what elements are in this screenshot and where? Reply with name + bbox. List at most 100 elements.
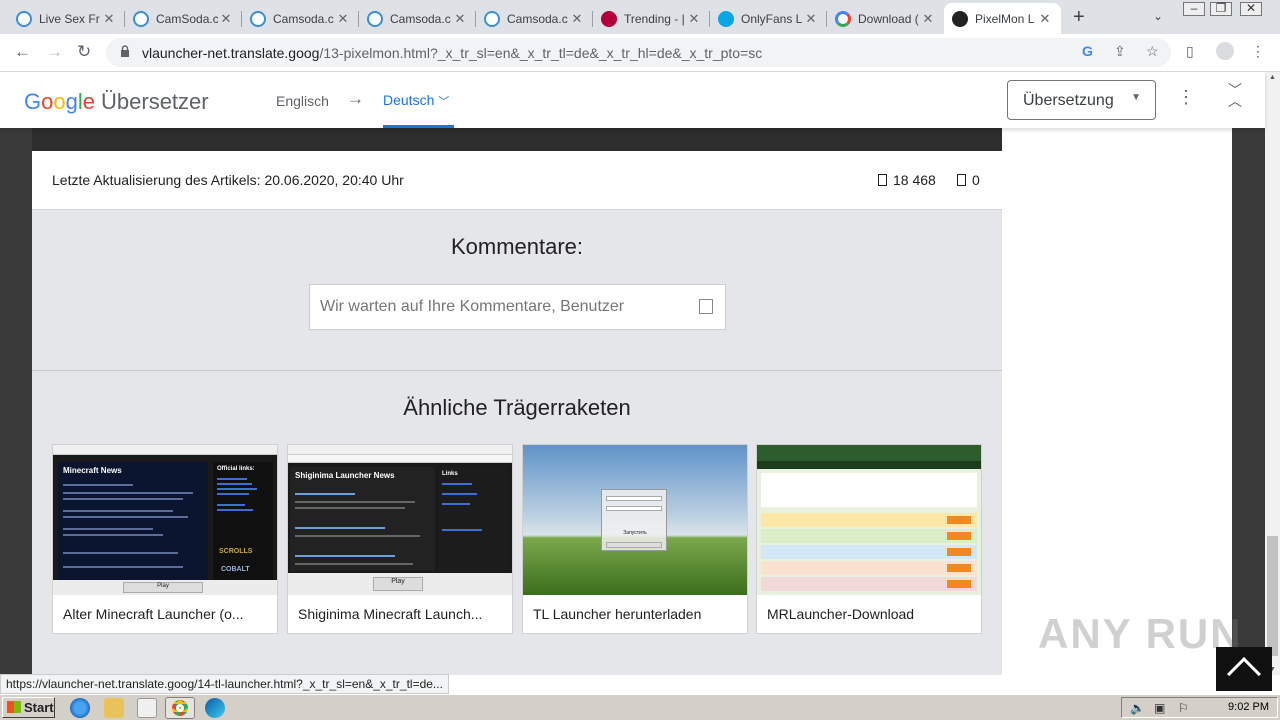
thumb-news-panel: Minecraft News — [58, 462, 208, 580]
tab-7[interactable]: OnlyFans L ✕ — [710, 3, 827, 34]
thumb-line — [63, 552, 178, 554]
tab-title: PixelMon L — [975, 11, 1035, 26]
more-options-icon[interactable]: ⋮ — [1177, 87, 1195, 108]
thumb-list-row — [761, 513, 977, 527]
close-window-icon[interactable]: ✕ — [1240, 2, 1262, 16]
close-tab-icon[interactable]: ✕ — [452, 11, 468, 27]
flag-icon[interactable]: ⚐ — [1178, 701, 1189, 715]
scroll-thumb[interactable] — [1267, 536, 1278, 656]
thumb-line — [63, 510, 173, 512]
navigation-bar: ← → ↻ vlauncher-net.translate.goog/13-pi… — [0, 34, 1280, 72]
volume-icon[interactable]: 🔈 — [1130, 701, 1145, 715]
thumb-line — [295, 501, 415, 503]
page-scrollbar[interactable]: ▲ ▼ — [1265, 72, 1280, 675]
tab-2[interactable]: CamSoda.c ✕ — [125, 3, 242, 34]
views-stat: 18 468 — [878, 172, 936, 188]
lock-icon — [121, 45, 129, 57]
clock: 9:02 PM — [1228, 701, 1269, 713]
mode-label: Übersetzung — [1023, 92, 1114, 109]
collapse-icon[interactable]: ﹀ ︿ — [1228, 83, 1242, 108]
close-tab-icon[interactable]: ✕ — [218, 11, 234, 27]
thumb-login-dialog: Запустить — [601, 489, 667, 551]
tab-6[interactable]: Trending - | ✕ — [593, 3, 710, 34]
section-divider — [32, 370, 1002, 371]
address-bar[interactable]: vlauncher-net.translate.goog/13-pixelmon… — [106, 38, 1171, 67]
emoji-icon[interactable] — [699, 299, 713, 314]
thumb-list-row — [761, 577, 977, 591]
scroll-to-top-button[interactable] — [1216, 647, 1272, 691]
chevron-up-icon — [1227, 657, 1261, 691]
right-sidebar — [1002, 128, 1232, 675]
sidebar-icon[interactable]: ▯ — [1186, 43, 1194, 60]
similar-card[interactable]: Запустить TL Launcher herunterladen — [522, 444, 748, 634]
thumb-download-button — [947, 516, 971, 524]
thumb-site-header — [757, 445, 981, 461]
thumb-link — [442, 483, 472, 485]
forward-icon[interactable]: → — [46, 42, 63, 62]
comments-heading: Kommentare: — [450, 234, 584, 259]
translation-mode-select[interactable]: Übersetzung ▼ — [1007, 80, 1156, 120]
edge-icon[interactable] — [205, 698, 225, 718]
profile-avatar-icon[interactable] — [1216, 42, 1234, 60]
network-icon[interactable]: ▣ — [1154, 701, 1165, 715]
close-tab-icon[interactable]: ✕ — [101, 11, 117, 27]
thumb-links-panel: Links — [438, 467, 508, 571]
camsoda-icon — [16, 10, 32, 27]
bookmark-star-icon[interactable]: ☆ — [1146, 43, 1159, 60]
thumb-play-button: Play — [373, 577, 423, 591]
menu-kebab-icon[interactable]: ⋮ — [1251, 43, 1265, 60]
thumb-list-row — [761, 561, 977, 575]
tab-3[interactable]: Camsoda.c ✕ — [242, 3, 359, 34]
thumb-titlebar — [288, 445, 512, 455]
thumb-list-row — [761, 529, 977, 543]
similar-card[interactable]: Shiginima Launcher News Links Play Shigi… — [287, 444, 513, 634]
close-tab-icon[interactable]: ✕ — [1037, 11, 1053, 27]
tab-1[interactable]: Live Sex Fr ✕ — [8, 3, 125, 34]
media-player-icon[interactable] — [137, 698, 157, 718]
close-tab-icon[interactable]: ✕ — [920, 11, 936, 27]
chevron-down-icon[interactable]: ⌄ — [1153, 9, 1163, 23]
similar-card[interactable]: MRLauncher-Download — [756, 444, 982, 634]
new-tab-icon[interactable]: + — [1073, 6, 1085, 29]
share-icon[interactable]: ⇪ — [1114, 43, 1126, 60]
chrome-taskbar-button[interactable] — [165, 697, 195, 719]
restore-icon[interactable]: ❐ — [1210, 2, 1232, 16]
comments-count: 0 — [972, 172, 980, 188]
target-language[interactable]: Deutsch ﹀ — [383, 92, 449, 109]
tab-5[interactable]: Camsoda.c ✕ — [476, 3, 593, 34]
source-language[interactable]: Englisch — [276, 93, 329, 109]
scroll-up-icon[interactable]: ▲ — [1269, 74, 1276, 81]
thumb-checkbox-row — [606, 518, 646, 523]
tab-title: OnlyFans L — [741, 11, 803, 26]
reload-icon[interactable]: ↻ — [77, 42, 91, 62]
thumb-line — [63, 528, 153, 530]
thumb-titlebar — [53, 445, 277, 455]
card-caption: Shiginima Minecraft Launch... — [298, 606, 483, 622]
target-language-label: Deutsch — [383, 92, 435, 108]
header-strip — [32, 128, 1002, 151]
tab-title: Camsoda.c — [273, 11, 334, 26]
main-content: Letzte Aktualisierung des Artikels: 20.0… — [32, 128, 1002, 675]
back-icon[interactable]: ← — [14, 42, 31, 62]
tab-9-active[interactable]: PixelMon L ✕ — [944, 3, 1061, 34]
tab-4[interactable]: Camsoda.c ✕ — [359, 3, 476, 34]
taskbar: Start 🔈 ▣ ⚐ 9:02 PM — [0, 694, 1280, 720]
comment-input[interactable] — [310, 285, 690, 329]
similar-card[interactable]: Minecraft News Official links: SCROLLS C… — [52, 444, 278, 634]
start-button[interactable]: Start — [2, 697, 55, 718]
thumb-link — [217, 488, 257, 490]
internet-explorer-icon[interactable] — [70, 698, 90, 718]
minecraft-launcher-thumbnail: Minecraft News Official links: SCROLLS C… — [53, 445, 277, 595]
close-tab-icon[interactable]: ✕ — [686, 11, 702, 27]
tab-8[interactable]: Download ( ✕ — [827, 3, 944, 34]
close-tab-icon[interactable]: ✕ — [335, 11, 351, 27]
close-tab-icon[interactable]: ✕ — [569, 11, 585, 27]
file-explorer-icon[interactable] — [104, 698, 124, 718]
minimize-icon[interactable]: – — [1183, 2, 1205, 16]
thumb-line — [63, 484, 133, 486]
google-translate-icon[interactable]: G — [1082, 43, 1093, 59]
article-meta: Letzte Aktualisierung des Artikels: 20.0… — [32, 151, 1002, 210]
google-wordmark-letter: o — [41, 89, 54, 114]
views-count: 18 468 — [893, 172, 936, 188]
close-tab-icon[interactable]: ✕ — [803, 11, 819, 27]
